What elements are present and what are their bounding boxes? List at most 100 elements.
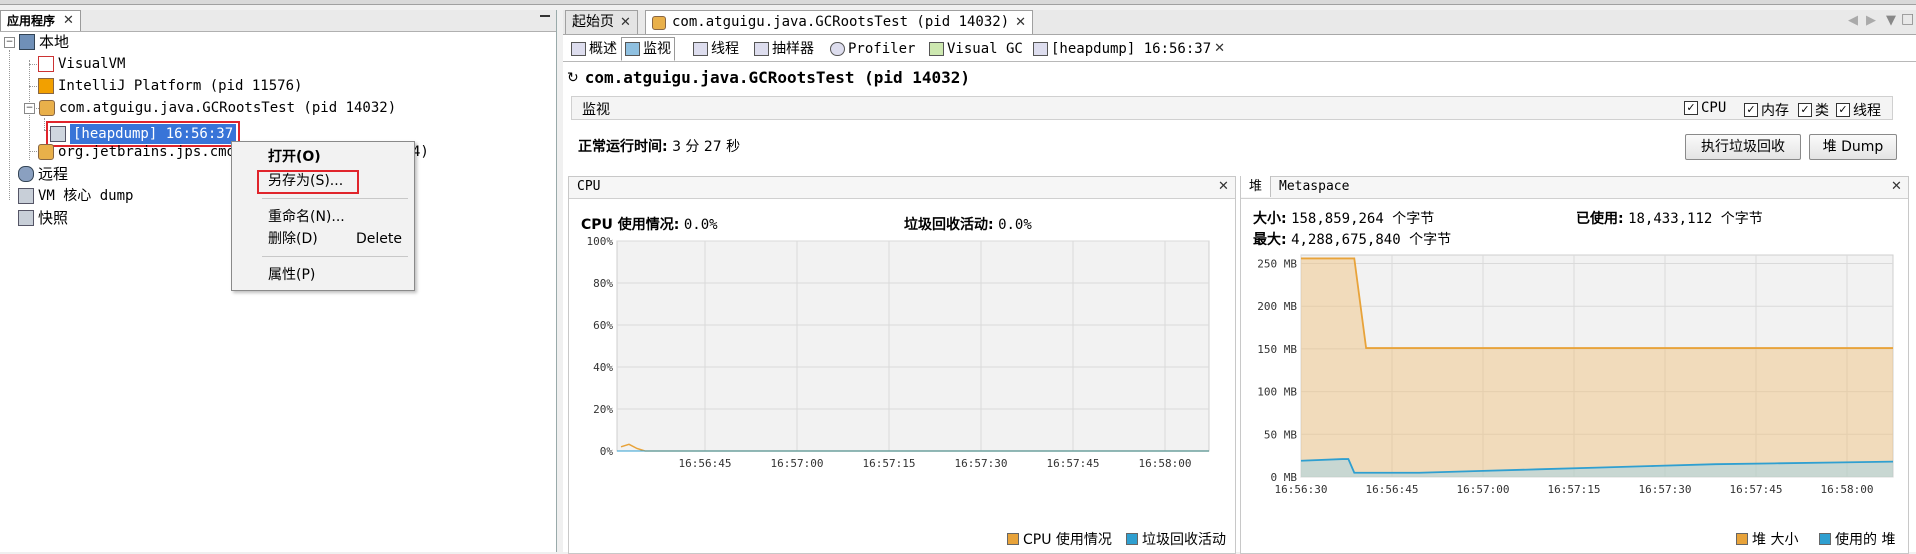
sampler-icon	[754, 42, 769, 56]
cpu-chart-panel: CPU ✕ CPU 使用情况: 0.0% 垃圾回收活动: 0.0% 0% 20% 4…	[568, 176, 1236, 554]
snapshot-icon	[18, 210, 34, 226]
tab-visual-gc-label: Visual GC	[947, 41, 1023, 57]
tree-node-snapshot[interactable]: 快照	[18, 208, 68, 228]
tree-node-visualvm[interactable]: VisualVM	[38, 54, 125, 74]
checkbox-memory[interactable]: ✓ 内存	[1744, 100, 1789, 120]
x-tick-label: 16:57:30	[955, 457, 1008, 470]
tree-node-vm-core[interactable]: VM 核心 dump	[18, 186, 133, 206]
y-tick-label: 0%	[600, 445, 614, 458]
x-tick-label: 16:56:45	[679, 457, 732, 470]
monitor-icon	[625, 42, 640, 56]
tab-overview-label: 概述	[589, 41, 617, 57]
close-icon[interactable]: ✕	[1891, 179, 1902, 194]
tab-threads[interactable]: 线程	[689, 37, 743, 61]
close-icon[interactable]: ✕	[1218, 179, 1229, 194]
tree-node-remote[interactable]: 远程	[18, 164, 68, 184]
collapse-icon[interactable]: −	[4, 36, 15, 48]
gc-activity-value: 0.0%	[998, 217, 1032, 233]
perform-gc-button[interactable]: 执行垃圾回收	[1685, 134, 1801, 160]
cpu-usage-stat: CPU 使用情况: 0.0%	[581, 214, 718, 234]
maximize-icon[interactable]: □	[1901, 11, 1914, 27]
y-tick-label: 50 MB	[1264, 428, 1297, 441]
applications-panel: 应用程序 ✕ − 本地 VisualVM IntelliJ Platform (…	[0, 10, 557, 552]
tab-start-page[interactable]: 起始页 ✕	[565, 10, 638, 34]
process-title-label: com.atguigu.java.GCRootsTest (pid 14032)	[584, 68, 971, 87]
scroll-left-icon[interactable]: ◀	[1848, 13, 1858, 28]
main-panel: 起始页 ✕ com.atguigu.java.GCRootsTest (pid …	[563, 10, 1916, 554]
menu-separator	[262, 256, 408, 257]
dropdown-icon[interactable]: ▼	[1886, 13, 1896, 28]
y-tick-label: 60%	[593, 319, 613, 332]
checkbox-cpu[interactable]: ✓ CPU	[1684, 100, 1726, 116]
computer-icon	[19, 34, 35, 50]
tab-monitor[interactable]: 监视	[621, 37, 675, 61]
tree-node-intellij[interactable]: IntelliJ Platform (pid 11576)	[38, 76, 302, 96]
checkbox-classes[interactable]: ✓ 类	[1798, 100, 1829, 120]
menu-separator	[262, 198, 408, 199]
tree-node-snapshot-label: 快照	[38, 209, 69, 227]
legend-swatch	[1007, 533, 1019, 545]
tree-node-heapdump-label: [heapdump] 16:56:37	[70, 124, 237, 144]
heap-dump-button[interactable]: 堆 Dump	[1809, 134, 1897, 160]
menu-item-open[interactable]: 打开(O)	[232, 146, 414, 168]
menu-item-delete[interactable]: 删除(D) Delete	[232, 228, 414, 250]
tab-profiler[interactable]: Profiler	[826, 37, 919, 61]
tab-heap[interactable]: 堆	[1241, 176, 1272, 197]
menu-item-rename[interactable]: 重命名(N)...	[232, 206, 414, 228]
tab-monitor-label: 监视	[643, 41, 671, 57]
refresh-icon: ↻	[567, 69, 579, 86]
uptime-value: 3 分 27 秒	[672, 139, 741, 155]
close-icon[interactable]: ✕	[63, 11, 74, 31]
close-icon[interactable]: ✕	[1214, 38, 1225, 60]
heapdump-icon	[1033, 42, 1048, 56]
heap-size-label: 大小:	[1253, 211, 1287, 227]
menu-item-delete-shortcut: Delete	[356, 231, 402, 247]
tab-gcroots[interactable]: com.atguigu.java.GCRootsTest (pid 14032)…	[645, 10, 1034, 34]
tab-metaspace[interactable]: Metaspace	[1279, 179, 1349, 194]
check-icon: ✓	[1744, 103, 1758, 117]
minimize-icon[interactable]	[540, 15, 550, 17]
visualvm-icon	[38, 56, 54, 72]
legend-swatch	[1736, 533, 1748, 545]
process-title: ↻ com.atguigu.java.GCRootsTest (pid 1403…	[567, 68, 970, 87]
checkbox-threads[interactable]: ✓ 线程	[1836, 100, 1881, 120]
checkbox-cpu-label: CPU	[1701, 100, 1727, 116]
tree-node-local-label: 本地	[39, 33, 70, 51]
y-tick-label: 40%	[593, 361, 613, 374]
cpu-usage-label: CPU 使用情况:	[581, 217, 680, 233]
applications-tab[interactable]: 应用程序 ✕	[0, 10, 81, 31]
tab-profiler-label: Profiler	[848, 41, 916, 57]
visual-gc-icon	[929, 42, 944, 56]
tree-node-intellij-label: IntelliJ Platform (pid 11576)	[58, 78, 303, 94]
tab-heapdump-label: [heapdump] 16:56:37	[1051, 41, 1212, 57]
java-app-icon	[652, 15, 666, 30]
java-app-icon	[39, 100, 55, 116]
context-menu: 打开(O) 另存为(S)... 重命名(N)... 删除(D) Delete 属…	[231, 141, 415, 291]
heap-used-label: 已使用:	[1576, 211, 1624, 227]
core-dump-icon	[18, 188, 34, 204]
menu-item-properties[interactable]: 属性(P)	[232, 264, 414, 286]
tree-node-gcroots[interactable]: − com.atguigu.java.GCRootsTest (pid 1403…	[24, 98, 396, 118]
close-icon[interactable]: ✕	[620, 11, 631, 34]
plot-area	[616, 240, 1210, 452]
overview-icon	[571, 42, 586, 56]
monitor-label: 监视	[582, 102, 610, 118]
uptime: 正常运行时间: 3 分 27 秒	[578, 136, 740, 156]
scroll-right-icon[interactable]: ▶	[1866, 13, 1876, 28]
collapse-icon[interactable]: −	[24, 102, 35, 114]
tab-visual-gc[interactable]: Visual GC	[925, 37, 1027, 61]
cpu-chart-title: CPU	[577, 179, 601, 194]
y-tick-label: 20%	[593, 403, 613, 416]
uptime-label: 正常运行时间:	[578, 139, 668, 155]
tab-heapdump[interactable]: [heapdump] 16:56:37 ✕	[1029, 37, 1229, 61]
profiler-icon	[830, 42, 845, 56]
tab-sampler[interactable]: 抽样器	[750, 37, 818, 61]
heap-used-stat: 已使用: 18,433,112 个字节	[1576, 208, 1763, 228]
tree-node-jps[interactable]: org.jetbrains.jps.cmdl	[38, 142, 243, 162]
checkbox-threads-label: 线程	[1853, 103, 1881, 119]
close-icon[interactable]: ✕	[1015, 11, 1026, 34]
tree-node-local[interactable]: − 本地	[4, 32, 69, 52]
x-tick-label: 16:57:00	[771, 457, 824, 470]
view-tabbar: 概述 监视 线程 抽样器 Profiler Visual GC [heapdum…	[563, 37, 1916, 62]
tab-overview[interactable]: 概述	[567, 37, 621, 61]
